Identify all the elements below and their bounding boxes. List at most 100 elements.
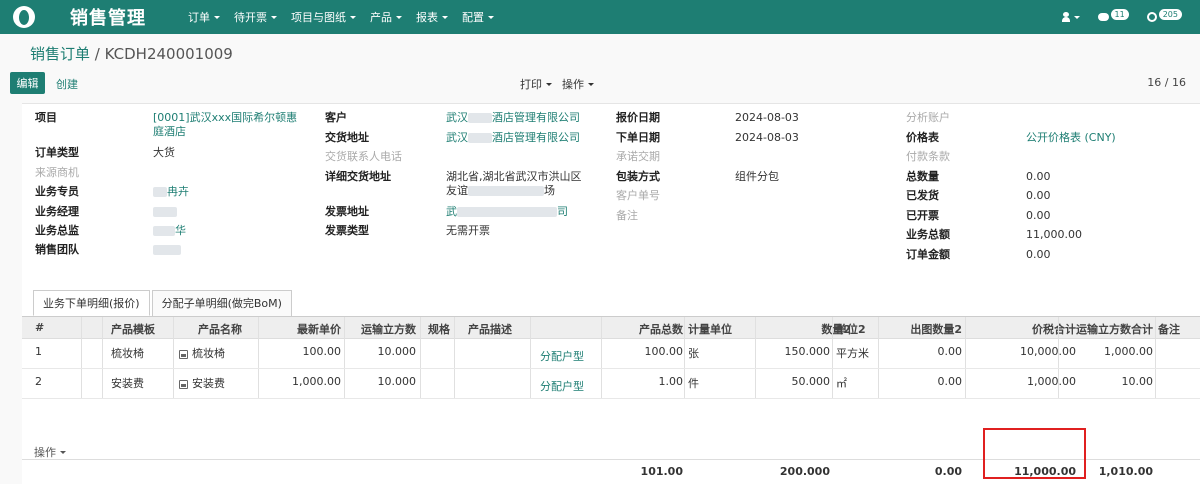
pager[interactable]: 16 / 16	[1147, 76, 1186, 89]
notebook-tabs: 业务下单明细(报价) 分配子单明细(做完BoM)	[33, 290, 292, 316]
promise-date-label: 承诺交期	[616, 150, 660, 163]
redacted-block	[468, 113, 492, 123]
quote-date-value: 2024-08-03	[735, 111, 799, 124]
cell-template: 梳妆椅	[111, 347, 144, 360]
col-volume-total[interactable]: 运输立方数合计	[1076, 321, 1153, 337]
menu-config[interactable]: 配置	[462, 9, 494, 25]
image-icon[interactable]	[179, 349, 188, 359]
pricelist-value[interactable]: 公开价格表 (CNY)	[1026, 131, 1116, 145]
cell-latest-price: 1,000.00	[292, 375, 341, 388]
project-value[interactable]: [0001]武汉xxx国际希尔顿惠 庭酒店	[153, 111, 297, 139]
breadcrumb-parent[interactable]: 销售订单	[30, 45, 90, 63]
edit-button[interactable]: 编辑	[10, 72, 45, 94]
cell-index: 2	[35, 375, 42, 388]
col-out-qty2[interactable]: 出图数量2	[910, 321, 962, 337]
payment-terms-label: 付款条款	[906, 150, 950, 163]
delivery-address-value[interactable]: 武汉 酒店管理有限公司	[446, 131, 580, 145]
col-latest-price[interactable]: 最新单价	[297, 321, 341, 337]
total-qty-label: 总数量	[906, 170, 939, 183]
tab-sub-order-lines[interactable]: 分配子单明细(做完BoM)	[151, 290, 292, 316]
col-remark[interactable]: 备注	[1158, 321, 1180, 337]
col-template[interactable]: 产品模板	[111, 321, 155, 337]
row-actions-menu[interactable]: 操作	[34, 444, 66, 460]
delivery-address-label: 交货地址	[325, 131, 369, 144]
redacted-block	[153, 245, 181, 255]
menu-reports[interactable]: 报表	[416, 9, 448, 25]
table-row[interactable]: 1 梳妆椅 梳妆椅 100.00 10.000 分配户型 100.00 张 15…	[22, 339, 1200, 369]
cell-qty2: 150.000	[784, 345, 831, 358]
chat-icon	[1097, 13, 1109, 21]
col-description[interactable]: 产品描述	[468, 321, 512, 337]
col-qty[interactable]: 产品总数	[639, 321, 683, 337]
assign-unit-type-link[interactable]: 分配户型	[540, 348, 584, 364]
invoiced-label: 已开票	[906, 209, 939, 222]
caret-down-icon	[546, 82, 552, 86]
invoice-address-value[interactable]: 武司	[446, 205, 568, 219]
app-title: 销售管理	[70, 8, 146, 29]
menu-orders[interactable]: 订单	[188, 9, 220, 25]
cell-uom2: ㎡	[836, 377, 847, 390]
cell-qty2: 50.000	[791, 375, 831, 388]
director-value[interactable]: 华	[153, 224, 186, 238]
footer-volume-total: 1,010.00	[1098, 465, 1153, 478]
order-amount-value: 0.00	[1026, 248, 1051, 261]
menu-to-invoice[interactable]: 待开票	[234, 9, 277, 25]
cell-qty: 1.00	[658, 375, 684, 388]
cell-template: 安装费	[111, 377, 144, 390]
image-icon[interactable]	[179, 379, 188, 389]
caret-down-icon	[442, 15, 448, 19]
print-menu[interactable]: 打印	[520, 76, 552, 92]
cell-qty: 100.00	[644, 345, 684, 358]
invoice-type-value: 无需开票	[446, 224, 490, 237]
messages-menu[interactable]: 11	[1097, 8, 1129, 21]
breadcrumb: 销售订单 / KCDH240001009	[30, 43, 233, 64]
caret-down-icon	[60, 450, 66, 454]
customer-number-label: 客户单号	[616, 189, 660, 202]
user-menu[interactable]	[1061, 12, 1080, 22]
manager-value[interactable]	[153, 205, 177, 219]
menu-products[interactable]: 产品	[370, 9, 402, 25]
director-label: 业务总监	[35, 224, 79, 237]
cell-uom: 张	[688, 347, 699, 360]
caret-down-icon	[214, 15, 220, 19]
user-icon	[1061, 12, 1070, 22]
caret-down-icon	[1073, 15, 1080, 19]
col-volume[interactable]: 运输立方数	[361, 321, 416, 337]
note-label: 备注	[616, 209, 638, 222]
cell-volume-total: 1,000.00	[1104, 345, 1153, 358]
menu-projects[interactable]: 项目与图纸	[291, 9, 356, 25]
col-product-name[interactable]: 产品名称	[198, 321, 242, 337]
order-date-label: 下单日期	[616, 131, 660, 144]
redacted-block	[468, 133, 492, 143]
action-menu[interactable]: 操作	[562, 76, 594, 92]
col-uom2[interactable]: 单位2	[836, 321, 866, 337]
redacted-block	[153, 226, 175, 236]
create-button[interactable]: 创建	[56, 76, 78, 92]
col-spec[interactable]: 规格	[428, 321, 450, 337]
app-logo-icon[interactable]	[13, 6, 35, 28]
col-uom[interactable]: 计量单位	[688, 321, 732, 337]
col-index[interactable]: #	[35, 321, 44, 334]
team-value[interactable]	[153, 243, 181, 257]
manager-label: 业务经理	[35, 205, 79, 218]
invoiced-value: 0.00	[1026, 209, 1051, 222]
table-row[interactable]: 2 安装费 安装费 1,000.00 10.000 分配户型 1.00 件 50…	[22, 369, 1200, 399]
main-menu: 订单 待开票 项目与图纸 产品 报表 配置	[188, 9, 508, 25]
cell-volume-total: 10.00	[1121, 375, 1154, 388]
detail-address-label: 详细交货地址	[325, 170, 391, 183]
customer-value[interactable]: 武汉 酒店管理有限公司	[446, 111, 580, 125]
cell-product-name: 梳妆椅	[179, 345, 225, 361]
clock-icon	[1146, 12, 1157, 22]
breadcrumb-separator: /	[94, 45, 100, 63]
packing-label: 包装方式	[616, 170, 660, 183]
assign-unit-type-link[interactable]: 分配户型	[540, 378, 584, 394]
cell-tax-total: 1,000.00	[1027, 375, 1076, 388]
caret-down-icon	[488, 15, 494, 19]
tab-order-lines[interactable]: 业务下单明细(报价)	[33, 290, 150, 316]
cell-volume: 10.000	[377, 345, 417, 358]
invoice-address-label: 发票地址	[325, 205, 369, 218]
col-tax-total[interactable]: 价税合计	[1032, 321, 1076, 337]
delivery-phone-label: 交货联系人电话	[325, 150, 402, 163]
salesperson-value[interactable]: 冉卉	[153, 185, 189, 199]
activities-menu[interactable]: 205	[1146, 8, 1182, 22]
